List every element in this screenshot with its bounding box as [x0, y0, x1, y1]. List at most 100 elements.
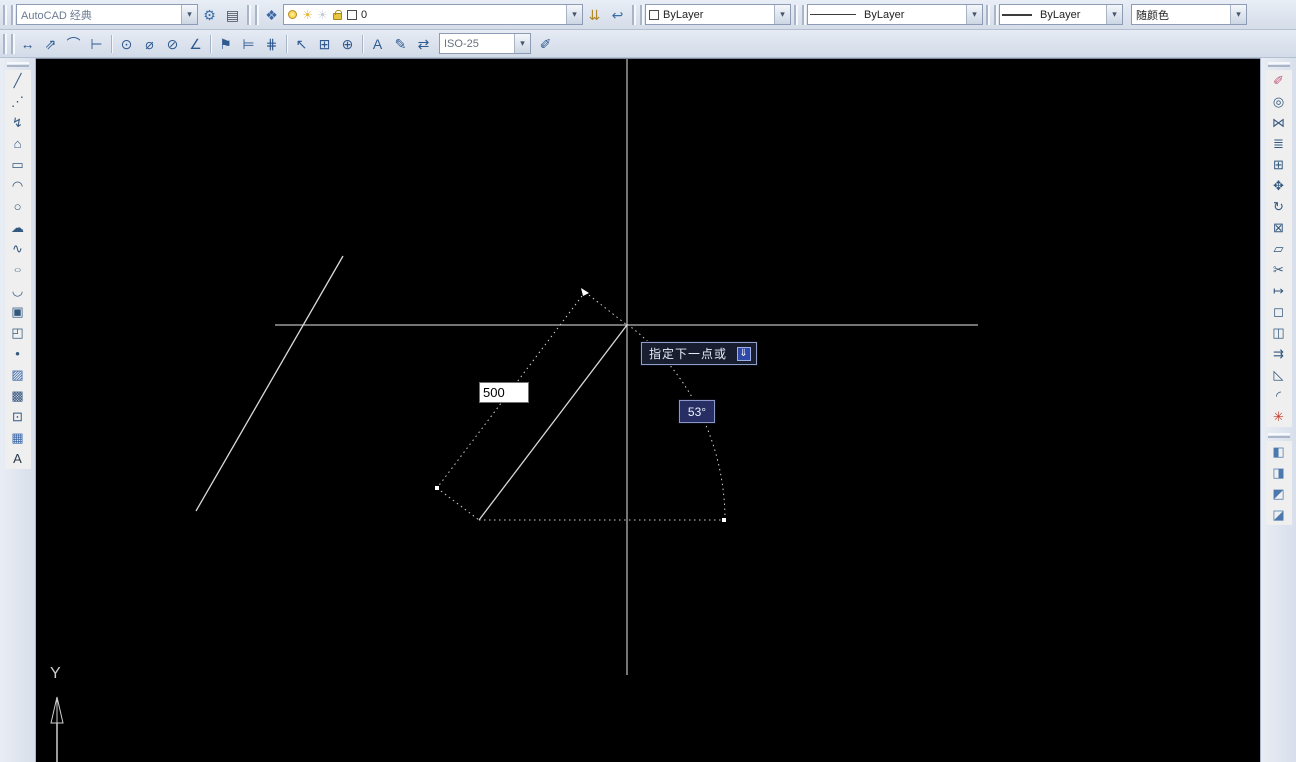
layer-states-button[interactable]: ⇊	[583, 4, 606, 26]
layer-color-swatch[interactable]	[347, 9, 357, 20]
center-mark-button[interactable]: ⊕	[336, 33, 359, 55]
hatch-button[interactable]: ▨	[4, 364, 31, 385]
toolbar-grip[interactable]	[986, 4, 996, 25]
line-button[interactable]: ╱	[4, 70, 31, 91]
polygon-button[interactable]: ⌂	[4, 133, 31, 154]
toolbar-grip[interactable]	[3, 33, 13, 54]
offset-button[interactable]: ≣	[1265, 133, 1292, 154]
trim-icon: ✂	[1273, 262, 1284, 277]
chevron-down-icon[interactable]: ▾	[774, 5, 790, 24]
dim-ordinate-button[interactable]: ⊢	[85, 33, 108, 55]
insert-block-button[interactable]: ▣	[4, 301, 31, 322]
revision-cloud-button[interactable]: ☁	[4, 217, 31, 238]
toolbar-grip[interactable]	[247, 4, 257, 25]
rotate-button[interactable]: ↻	[1265, 196, 1292, 217]
layer-vp-freeze-icon[interactable]: ☀	[316, 8, 329, 21]
quick-dimension-button[interactable]: ⚑	[214, 33, 237, 55]
circle-icon: ○	[13, 199, 22, 214]
chevron-down-icon[interactable]: ▾	[966, 5, 982, 24]
chevron-down-icon[interactable]: ▾	[514, 34, 530, 53]
bring-to-front-button[interactable]: ◧	[1265, 441, 1292, 462]
ellipse-button[interactable]: ○	[4, 259, 31, 280]
make-block-button[interactable]: ◰	[4, 322, 31, 343]
toolbar-grip[interactable]	[632, 4, 642, 25]
chevron-down-icon[interactable]: ▾	[1106, 5, 1122, 24]
dim-radius-button[interactable]: ⊙	[115, 33, 138, 55]
circle-button[interactable]: ○	[4, 196, 31, 217]
ellipse-arc-button[interactable]: ◡	[4, 280, 31, 301]
copy-button[interactable]: ◎	[1265, 91, 1292, 112]
chevron-down-icon[interactable]: ▾	[1230, 5, 1246, 24]
polyline-button[interactable]: ↯	[4, 112, 31, 133]
mirror-button[interactable]: ⋈	[1265, 112, 1292, 133]
rectangle-button[interactable]: ▭	[4, 154, 31, 175]
send-under-objects-button[interactable]: ◪	[1265, 504, 1292, 525]
gradient-button[interactable]: ▩	[4, 385, 31, 406]
toolbar-grip[interactable]	[3, 4, 13, 25]
send-to-back-button[interactable]: ◨	[1265, 462, 1292, 483]
toolbar-grip[interactable]	[1267, 62, 1290, 67]
construction-line-button[interactable]: ⋰	[4, 91, 31, 112]
stretch-button[interactable]: ▱	[1265, 238, 1292, 259]
dim-style-combo[interactable]: ISO-25 ▾	[439, 33, 531, 54]
dim-baseline-button[interactable]: ⊨	[237, 33, 260, 55]
layer-lock-icon[interactable]	[331, 8, 344, 21]
spline-button[interactable]: ∿	[4, 238, 31, 259]
move-button[interactable]: ✥	[1265, 175, 1292, 196]
array-button[interactable]: ⊞	[1265, 154, 1292, 175]
dim-angular-button[interactable]: ∠	[184, 33, 207, 55]
table-button[interactable]: ▦	[4, 427, 31, 448]
dim-arc-length-button[interactable]: ⌒	[62, 33, 85, 55]
layer-combo[interactable]: ☀ ☀ 0 ▾	[283, 4, 583, 25]
dim-arc-length-icon: ⌒	[66, 35, 81, 52]
fillet-button[interactable]: ◜	[1265, 385, 1292, 406]
color-combo[interactable]: ByLayer ▾	[645, 4, 791, 25]
explode-icon: ✳	[1273, 409, 1284, 424]
dim-continue-button[interactable]: ⋕	[260, 33, 283, 55]
dim-text-edit-button[interactable]: ✎	[389, 33, 412, 55]
dim-style-button[interactable]: ✐	[534, 33, 557, 55]
chevron-down-icon[interactable]: ▾	[566, 5, 582, 24]
dim-update-button[interactable]: ⇄	[412, 33, 435, 55]
layer-properties-manager-button[interactable]: ❖	[260, 4, 283, 26]
dim-aligned-button[interactable]: ⇗	[39, 33, 62, 55]
scale-icon: ⊠	[1273, 220, 1284, 235]
chevron-down-icon[interactable]: ▾	[181, 5, 197, 24]
explode-button[interactable]: ✳	[1265, 406, 1292, 427]
dim-edit-button[interactable]: A	[366, 33, 389, 55]
arc-button[interactable]: ◠	[4, 175, 31, 196]
toolbar-grip[interactable]	[6, 62, 29, 67]
multiline-text-button[interactable]: A	[4, 448, 31, 469]
drawing-canvas[interactable]: 500 指定下一点或 ⇓ 53° Y	[36, 58, 1260, 762]
scale-button[interactable]: ⊠	[1265, 217, 1292, 238]
dim-jogged-button[interactable]: ⌀	[138, 33, 161, 55]
quick-leader-button[interactable]: ↖	[290, 33, 313, 55]
chamfer-button[interactable]: ◺	[1265, 364, 1292, 385]
bring-above-objects-button[interactable]: ◩	[1265, 483, 1292, 504]
break-button[interactable]: ◫	[1265, 322, 1292, 343]
layer-previous-button[interactable]: ↩	[606, 4, 629, 26]
workspace-settings-button[interactable]: ⚙	[198, 4, 221, 26]
extend-button[interactable]: ↦	[1265, 280, 1292, 301]
dynamic-input-angle-field[interactable]: 53°	[679, 400, 715, 423]
layer-freeze-icon[interactable]: ☀	[301, 8, 314, 21]
workspace-environment-button[interactable]: ▤	[221, 4, 244, 26]
linetype-combo[interactable]: ByLayer ▾	[807, 4, 983, 25]
lineweight-combo[interactable]: ByLayer ▾	[999, 4, 1123, 25]
point-button[interactable]: •	[4, 343, 31, 364]
plot-style-combo[interactable]: 随颜色 ▾	[1131, 4, 1247, 25]
workspace-combo[interactable]: AutoCAD 经典 ▾	[16, 4, 198, 25]
region-button[interactable]: ⊡	[4, 406, 31, 427]
break-at-point-button[interactable]: ◻	[1265, 301, 1292, 322]
dim-diameter-button[interactable]: ⊘	[161, 33, 184, 55]
toolbar-grip[interactable]	[1267, 433, 1290, 438]
trim-button[interactable]: ✂	[1265, 259, 1292, 280]
dynamic-input-length-field[interactable]: 500	[479, 382, 529, 403]
dim-linear-button[interactable]: ↔	[16, 33, 39, 55]
tolerance-button[interactable]: ⊞	[313, 33, 336, 55]
linetype-sample-icon	[810, 14, 856, 15]
layer-on-icon[interactable]	[286, 8, 299, 21]
toolbar-grip[interactable]	[794, 4, 804, 25]
join-button[interactable]: ⇉	[1265, 343, 1292, 364]
erase-button[interactable]: ✐	[1265, 70, 1292, 91]
